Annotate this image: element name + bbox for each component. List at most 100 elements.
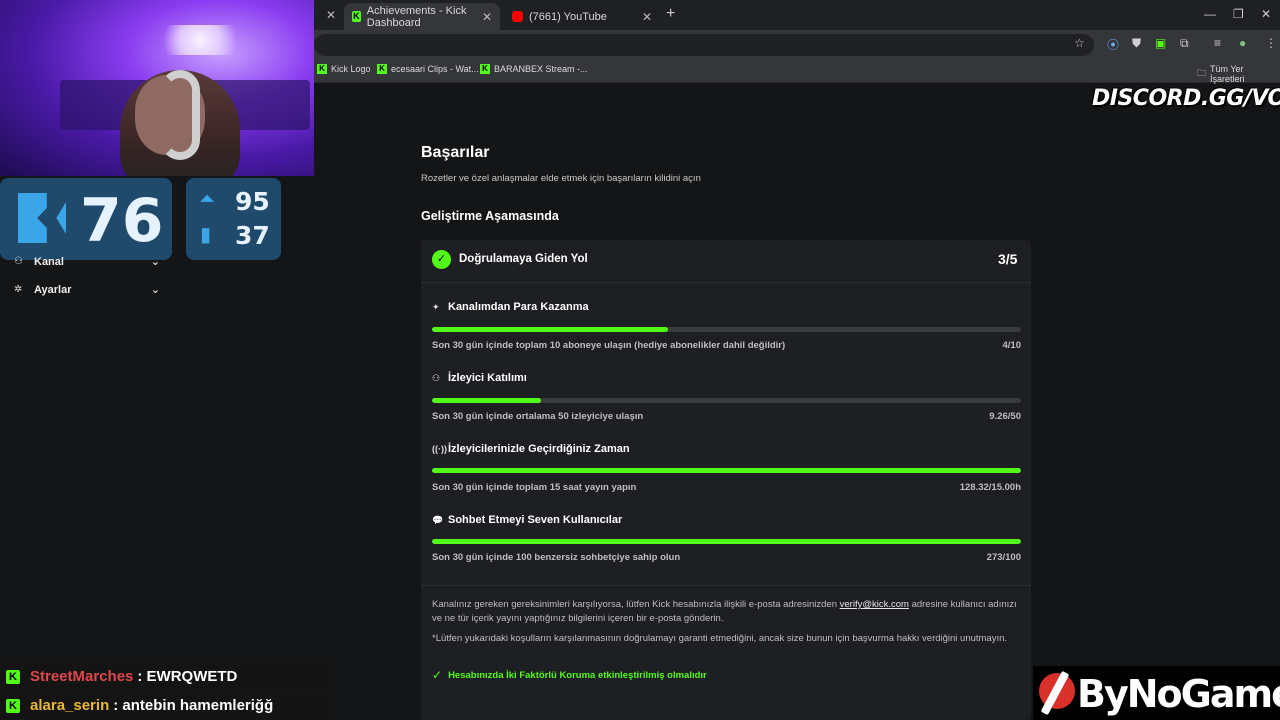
avatar[interactable]: ● bbox=[1239, 36, 1246, 50]
chevron-down-icon: ⌄ bbox=[150, 256, 160, 268]
minimize-icon[interactable]: — bbox=[1204, 7, 1216, 21]
progress-bar bbox=[432, 468, 1021, 473]
chat-message: K alara_serin : antebin hamemleriğğ bbox=[0, 692, 332, 719]
tab-achievements[interactable]: K Achievements - Kick Dashboard ✕ bbox=[344, 3, 500, 30]
sidebar-item-ayarlar[interactable]: ✲ Ayarlar ⌄ bbox=[14, 283, 160, 297]
requirement-2fa: ✓ Hesabınızda İki Faktörlü Koruma etkinl… bbox=[432, 668, 707, 682]
menu-icon[interactable]: ⋮ bbox=[1265, 36, 1277, 50]
bookmark-label: BARANBEX Stream -... bbox=[494, 64, 588, 74]
kick-favicon-icon: K bbox=[352, 11, 361, 22]
chat-username: StreetMarches bbox=[30, 668, 134, 685]
stat-b: 37 bbox=[235, 221, 270, 250]
kick-favicon-icon: K bbox=[317, 64, 327, 74]
shield-icon[interactable]: ⛊ bbox=[1132, 36, 1141, 51]
progress-fill bbox=[432, 539, 1021, 544]
task-title-label: İzleyici Katılımı bbox=[448, 372, 527, 384]
kick-badge-icon: K bbox=[6, 669, 20, 684]
task-description: Son 30 gün içinde ortalama 50 izleyiciye… bbox=[432, 411, 644, 422]
divider bbox=[421, 282, 1031, 283]
bookmark-ecesaari[interactable]: K ecesaari Clips - Wat... bbox=[377, 64, 479, 74]
task-value: 4/10 bbox=[1002, 340, 1022, 351]
divider bbox=[421, 585, 1031, 586]
page-title: Başarılar bbox=[421, 144, 490, 161]
tab-label: Achievements - Kick Dashboard bbox=[366, 4, 467, 29]
page-subtitle: Rozetler ve özel anlaşmalar elde etmek i… bbox=[421, 173, 701, 184]
verified-check-icon: ✓ bbox=[432, 250, 451, 269]
note-text: Kanalınız gereken gereksinimleri karşılı… bbox=[432, 599, 840, 610]
users-icon: ⚇ bbox=[432, 372, 441, 383]
task-title-label: Sohbet Etmeyi Seven Kullanıcılar bbox=[448, 514, 623, 526]
chat-text: : EWRQWETD bbox=[137, 668, 238, 685]
kick-count: 76 bbox=[80, 186, 164, 256]
discord-watermark: DISCORD.GG/VOXZ bbox=[1092, 86, 1280, 111]
flask-icon: ⏶ bbox=[199, 188, 215, 210]
extension-icon[interactable]: ▣ bbox=[1155, 36, 1166, 50]
section-title: Geliştirme Aşamasında bbox=[421, 209, 559, 223]
tab-label: (7661) YouTube bbox=[529, 10, 607, 23]
address-bar[interactable] bbox=[314, 34, 1094, 56]
sidebar-item-label: Ayarlar bbox=[34, 283, 72, 296]
sidebar-item-kanal[interactable]: ⚇ Kanal ⌄ bbox=[14, 255, 160, 269]
tab-youtube[interactable]: (7661) YouTube ✕ bbox=[504, 3, 660, 30]
bookmark-label: Tüm Yer İşaretleri bbox=[1210, 64, 1245, 84]
check-icon: ✓ bbox=[432, 668, 443, 682]
task-title-label: İzleyicilerinizle Geçirdiğiniz Zaman bbox=[448, 443, 630, 455]
progress-bar bbox=[432, 539, 1021, 544]
kick-logo-icon bbox=[18, 193, 66, 243]
broadcast-icon: ((·)) bbox=[432, 444, 447, 454]
task-value: 9.26/50 bbox=[989, 411, 1021, 422]
bookmark-kick-logo[interactable]: K Kick Logo bbox=[317, 64, 371, 74]
sidebar-item-label: Kanal bbox=[34, 255, 64, 268]
bookmark-label: ecesaari Clips - Wat... bbox=[391, 64, 479, 74]
disclaimer-note: *Lütfen yukarıdaki koşulların karşılanma… bbox=[432, 633, 1008, 644]
task-title: 💬 Sohbet Etmeyi Seven Kullanıcılar bbox=[432, 514, 622, 526]
verification-note: Kanalınız gereken gereksinimleri karşılı… bbox=[432, 598, 1022, 626]
requirement-label: Hesabınızda İki Faktörlü Koruma etkinleş… bbox=[448, 669, 707, 681]
sparkle-icon: ✦ bbox=[432, 301, 440, 312]
progress-bar bbox=[432, 327, 1021, 332]
extension-icon[interactable]: ⦿ bbox=[1107, 36, 1119, 53]
task-value: 128.32/15.00h bbox=[959, 482, 1021, 493]
progress-fill bbox=[432, 468, 1021, 473]
close-icon[interactable]: ✕ bbox=[482, 10, 492, 24]
close-icon[interactable]: ✕ bbox=[326, 8, 336, 22]
task-title: ((·)) İzleyicilerinizle Geçirdiğiniz Zam… bbox=[432, 443, 630, 455]
task-title: ⚇ İzleyici Katılımı bbox=[432, 372, 527, 384]
puzzle-icon[interactable]: ⧉ bbox=[1180, 36, 1189, 51]
kick-badge-icon: K bbox=[6, 698, 20, 713]
folder-icon: 🗀 bbox=[1197, 68, 1207, 78]
users-icon: ⚇ bbox=[14, 256, 23, 267]
brand-text: ByNoGame bbox=[1077, 672, 1280, 716]
progress-bar bbox=[432, 398, 1021, 403]
close-icon[interactable]: ✕ bbox=[642, 10, 652, 24]
chat-message: K StreetMarches : EWRQWETD bbox=[0, 663, 332, 690]
youtube-favicon-icon bbox=[512, 11, 523, 22]
stat-a: 95 bbox=[235, 187, 270, 216]
verify-email-link[interactable]: verify@kick.com bbox=[840, 599, 909, 610]
close-window-icon[interactable]: ✕ bbox=[1261, 7, 1271, 21]
card-title: Doğrulamaya Giden Yol bbox=[459, 253, 588, 265]
task-title: ✦ Kanalımdan Para Kazanma bbox=[432, 301, 589, 313]
bynogame-logo: ByNoGame bbox=[1033, 666, 1280, 720]
chat-username: alara_serin bbox=[30, 697, 110, 714]
kick-favicon-icon: K bbox=[480, 64, 490, 74]
progress-fill bbox=[432, 398, 541, 403]
gear-icon: ✲ bbox=[14, 284, 23, 295]
bookmark-baranbex[interactable]: K BARANBEX Stream -... bbox=[480, 64, 588, 74]
webcam-overlay bbox=[0, 0, 314, 176]
task-description: Son 30 gün içinde toplam 10 aboneye ulaş… bbox=[432, 340, 786, 351]
new-tab-button[interactable]: + bbox=[666, 5, 675, 23]
task-title-label: Kanalımdan Para Kazanma bbox=[448, 301, 589, 313]
progress-fill bbox=[432, 327, 668, 332]
star-icon[interactable]: ☆ bbox=[1074, 36, 1085, 50]
bar-chart-icon: ▮ bbox=[200, 224, 212, 246]
chevron-down-icon: ⌄ bbox=[150, 284, 160, 296]
task-value: 273/100 bbox=[986, 552, 1021, 563]
all-bookmarks[interactable]: 🗀 Tüm Yer İşaretleri bbox=[1197, 64, 1280, 84]
maximize-icon[interactable]: ❐ bbox=[1233, 7, 1244, 21]
bookmark-label: Kick Logo bbox=[331, 64, 371, 74]
card-progress-count: 3/5 bbox=[998, 251, 1018, 267]
chat-bubble-icon: 💬 bbox=[432, 514, 444, 525]
chat-text: : antebin hamemleriğğ bbox=[113, 697, 274, 714]
media-icon[interactable]: ≡ bbox=[1214, 36, 1221, 50]
